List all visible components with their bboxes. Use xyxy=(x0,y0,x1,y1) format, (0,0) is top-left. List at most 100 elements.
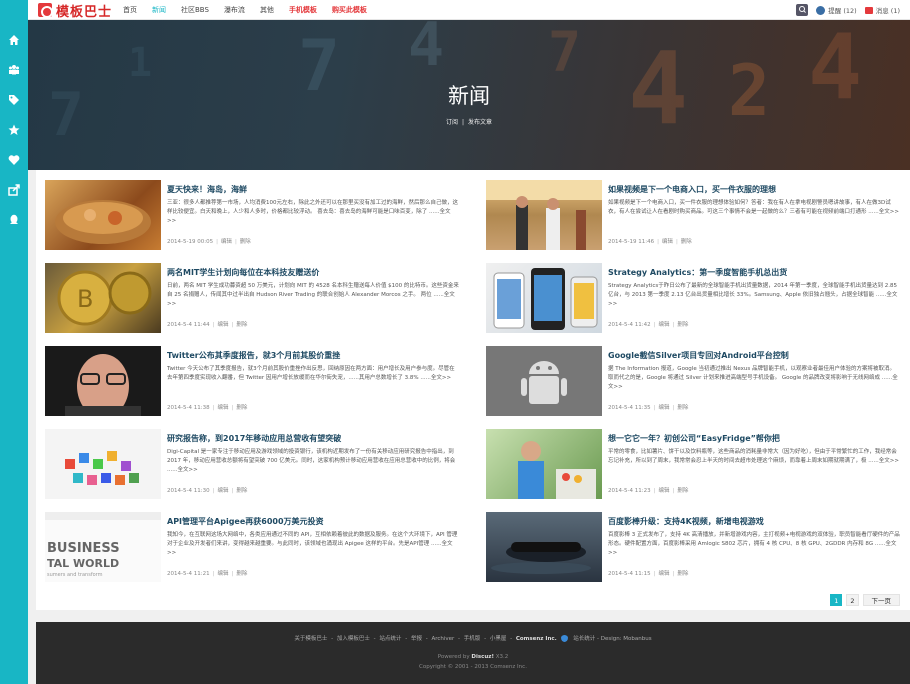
qq-icon[interactable] xyxy=(7,214,21,228)
article-title[interactable]: 夏天快来！海岛，海鲜 xyxy=(167,184,457,195)
footer-link-about[interactable]: 关于模板巴士 xyxy=(294,636,327,642)
message-icon[interactable] xyxy=(864,6,873,14)
footer-link-archiver[interactable]: Archiver xyxy=(431,636,454,642)
remind-link[interactable]: 提醒 (12) xyxy=(828,5,856,15)
article-date: 2014-5-4 11:42 xyxy=(608,322,651,328)
article-thumbnail[interactable] xyxy=(486,429,602,499)
logo-icon xyxy=(38,3,53,18)
article-thumbnail[interactable] xyxy=(486,346,602,416)
page-title: 新闻 xyxy=(448,84,490,108)
article-thumbnail[interactable]: B xyxy=(45,263,161,333)
delete-link[interactable]: 删除 xyxy=(236,571,247,577)
list-item: 百度影棒升级：支持4K视频，新增电视游戏 百度影棒 3 正式发布了，支持 4K … xyxy=(486,512,901,584)
home-icon[interactable] xyxy=(7,34,21,48)
article-date: 2014-5-4 11:30 xyxy=(167,488,210,494)
article-title[interactable]: 想一它它一年？初创公司“EasyFridge”帮你把 xyxy=(608,433,898,444)
delete-link[interactable]: 删除 xyxy=(236,322,247,328)
list-item: 想一它它一年？初创公司“EasyFridge”帮你把 平常的零食，比如薯片、饼干… xyxy=(486,429,901,501)
powered-name[interactable]: Discuz! xyxy=(471,654,494,660)
list-item: 研究报告称，到2017年移动应用总营收有望突破 Digi-Capital 是一家… xyxy=(45,429,460,501)
edit-link[interactable]: 编辑 xyxy=(658,405,669,411)
article-title[interactable]: 百度影棒升级：支持4K视频，新增电视游戏 xyxy=(608,516,898,527)
footer-link-blackroom[interactable]: 小黑屋 xyxy=(490,636,507,642)
star-icon[interactable] xyxy=(7,124,21,138)
edit-link[interactable]: 编辑 xyxy=(658,488,669,494)
group-icon[interactable] xyxy=(7,64,21,78)
article-thumbnail[interactable] xyxy=(486,263,602,333)
heart-icon[interactable] xyxy=(7,154,21,168)
delete-link[interactable]: 删除 xyxy=(677,571,688,577)
edit-link[interactable]: 编辑 xyxy=(217,571,228,577)
page-1[interactable]: 1 xyxy=(830,594,843,606)
delete-link[interactable]: 删除 xyxy=(677,405,688,411)
edit-link[interactable]: 编辑 xyxy=(221,239,232,245)
footer-link-stats[interactable]: 站点统计 xyxy=(379,636,401,642)
footer-company[interactable]: Comsenz Inc. xyxy=(516,636,557,642)
delete-link[interactable]: 删除 xyxy=(677,322,688,328)
delete-link[interactable]: 删除 xyxy=(236,405,247,411)
nav-home[interactable]: 首页 xyxy=(123,0,137,20)
site-logo[interactable]: 模板巴士 xyxy=(38,2,112,20)
edit-link[interactable]: 编辑 xyxy=(217,488,228,494)
share-icon[interactable] xyxy=(7,184,21,198)
next-page-button[interactable]: 下一页 xyxy=(862,594,900,606)
article-meta: 2014-5-19 00:05 | 编辑 | 删除 xyxy=(167,239,251,245)
article-date: 2014-5-19 00:05 xyxy=(167,239,214,245)
tag-icon[interactable] xyxy=(7,94,21,108)
footer-extra[interactable]: 站长统计 - Design: Mobanbus xyxy=(573,636,651,642)
banner-actions: 订阅 | 发布文章 xyxy=(28,117,910,126)
article-thumbnail[interactable] xyxy=(45,429,161,499)
footer-link-report[interactable]: 举报 xyxy=(411,636,422,642)
edit-link[interactable]: 编辑 xyxy=(217,322,228,328)
edit-link[interactable]: 编辑 xyxy=(662,239,673,245)
article-meta: 2014-5-4 11:21 | 编辑 | 删除 xyxy=(167,571,248,577)
nav-bbs[interactable]: 社区BBS xyxy=(181,0,209,20)
nav-other[interactable]: 其他 xyxy=(260,0,274,20)
article-thumbnail[interactable]: BUSINESS TAL WORLD sumers and transform xyxy=(45,512,161,582)
powered-prefix: Powered by xyxy=(437,654,470,660)
subscribe-link[interactable]: 订阅 xyxy=(446,119,458,126)
article-thumbnail[interactable] xyxy=(486,512,602,582)
delete-link[interactable]: 删除 xyxy=(240,239,251,245)
article-meta: 2014-5-4 11:44 | 编辑 | 删除 xyxy=(167,322,248,328)
footer-link-mobile[interactable]: 手机版 xyxy=(464,636,481,642)
delete-link[interactable]: 删除 xyxy=(236,488,247,494)
article-summary: Twitter 今天公布了其季度报告，就3个月前其股价重挫作出反思，回纳原因在两… xyxy=(167,366,455,381)
article-date: 2014-5-4 11:35 xyxy=(608,405,651,411)
shield-icon xyxy=(561,635,569,642)
article-thumbnail[interactable] xyxy=(486,180,602,250)
article-title[interactable]: 研究报告称，到2017年移动应用总营收有望突破 xyxy=(167,433,457,444)
delete-link[interactable]: 删除 xyxy=(677,488,688,494)
search-icon[interactable] xyxy=(796,4,809,16)
article-title[interactable]: 两名MIT学生计划向每位在本科技友赠送价 xyxy=(167,267,457,278)
article-summary: 据 The Information 报道，Google 当初通过推出 Nexus… xyxy=(608,366,898,390)
page-2[interactable]: 2 xyxy=(846,594,859,606)
article-date: 2014-5-4 11:15 xyxy=(608,571,651,577)
page-banner: 7 4 7 4 2 4 7 1 新闻 订阅 | 发布文章 xyxy=(28,20,910,170)
avatar-icon[interactable] xyxy=(816,5,826,15)
article-title[interactable]: Twitter公布其季度报告，就3个月前其股价重挫 xyxy=(167,350,457,361)
article-title[interactable]: 如果视频是下一个电商入口，买一件衣服的理想 xyxy=(608,184,898,195)
message-link[interactable]: 消息 (1) xyxy=(876,5,900,15)
delete-link[interactable]: 删除 xyxy=(681,239,692,245)
footer-link-join[interactable]: 加入模板巴士 xyxy=(337,636,370,642)
article-summary: Strategy Analytics于昨日公布了最新的全球智能手机出货量数据，2… xyxy=(608,283,898,307)
article-thumbnail[interactable] xyxy=(45,346,161,416)
nav-waterfall[interactable]: 瀑布流 xyxy=(224,0,245,20)
article-title[interactable]: API管理平台Apigee再获6000万美元投资 xyxy=(167,516,457,527)
banner-decoration: 7 xyxy=(548,20,582,84)
nav-buy-template[interactable]: 购买此模板 xyxy=(332,0,367,20)
nav-news[interactable]: 新闻 xyxy=(152,0,166,20)
article-title[interactable]: Strategy Analytics：第一季度智能手机总出货 xyxy=(608,267,898,278)
nav-mobile-template[interactable]: 手机模板 xyxy=(289,0,317,20)
article-thumbnail[interactable] xyxy=(45,180,161,250)
edit-link[interactable]: 编辑 xyxy=(217,405,228,411)
publish-article-link[interactable]: 发布文章 xyxy=(468,119,492,126)
user-area: 提醒 (12) 消息 (1) xyxy=(796,3,900,17)
edit-link[interactable]: 编辑 xyxy=(658,322,669,328)
top-navbar: 模板巴士 首页 新闻 社区BBS 瀑布流 其他 手机模板 购买此模板 提醒 (1… xyxy=(28,0,910,20)
article-summary: 我知今，在互联网这场大网络中，各类应用通过不同的 API，互相依赖着彼此的数据及… xyxy=(167,532,458,556)
article-title[interactable]: Google截信Silver项目专回对Android平台控制 xyxy=(608,350,898,361)
edit-link[interactable]: 编辑 xyxy=(658,571,669,577)
list-item: BUSINESS TAL WORLD sumers and transform AP… xyxy=(45,512,460,584)
